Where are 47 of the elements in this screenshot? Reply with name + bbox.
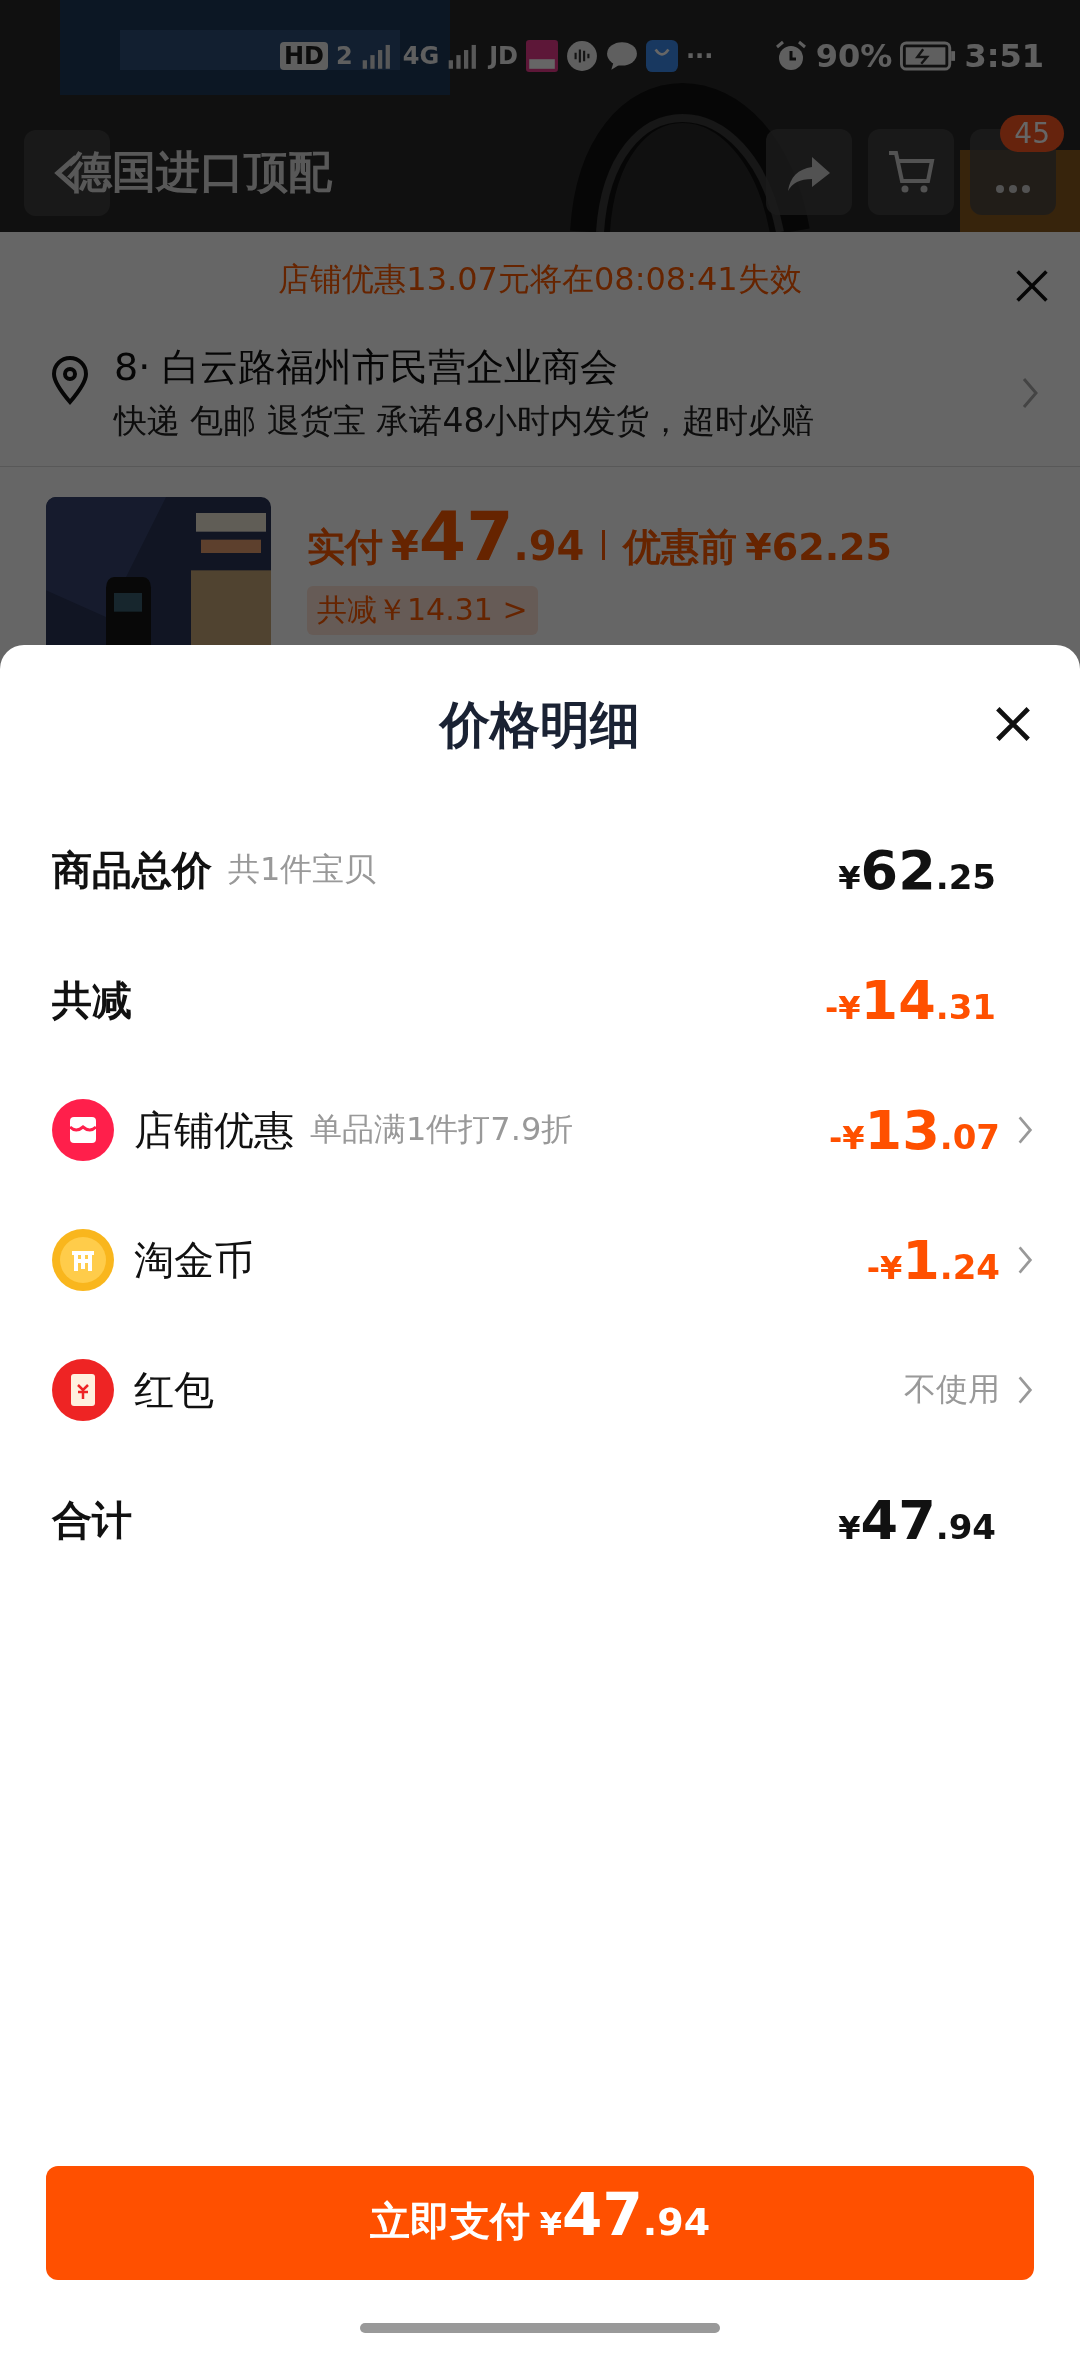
status-text: JD bbox=[489, 42, 518, 70]
status-text: 4G bbox=[402, 42, 440, 70]
savings-tag[interactable]: 共减￥14.31 > bbox=[307, 586, 538, 635]
amount: -¥14.31 bbox=[825, 968, 996, 1032]
sheet-title: 价格明细 bbox=[440, 694, 640, 756]
amount: -¥13.07 bbox=[829, 1098, 1000, 1162]
paid-price: ¥47.94 bbox=[391, 497, 585, 576]
coin-icon bbox=[52, 1229, 114, 1291]
envelope-icon bbox=[52, 1359, 114, 1421]
paid-label: 实付 bbox=[307, 524, 383, 571]
more-icon bbox=[996, 185, 1030, 193]
share-button[interactable] bbox=[766, 129, 852, 215]
shipping-services: 快递 包邮 退货宝 承诺48小时内发货，超时必赔 bbox=[114, 400, 816, 442]
pay-button[interactable]: 立即支付 ¥47.94 bbox=[46, 2166, 1034, 2280]
amount: -¥1.24 bbox=[866, 1228, 1000, 1292]
original-price: ¥62.25 bbox=[745, 525, 892, 569]
cart-button[interactable] bbox=[868, 129, 954, 215]
row-label: 店铺优惠 bbox=[134, 1105, 294, 1155]
discount-countdown: 店铺优惠13.07元将在08:08:41失效 bbox=[278, 259, 802, 300]
more-notifications: ··· bbox=[686, 42, 714, 70]
battery-percent: 90% bbox=[815, 37, 893, 75]
status-text: HD bbox=[280, 42, 328, 70]
row-label: 商品总价 bbox=[52, 845, 212, 895]
location-icon bbox=[50, 356, 90, 406]
row-note: 单品满1件打7.9折 bbox=[310, 1109, 574, 1150]
close-icon[interactable] bbox=[1014, 268, 1050, 304]
row-label: 合计 bbox=[52, 1495, 132, 1545]
sound-icon bbox=[566, 40, 598, 72]
amount: ¥47.94 bbox=[838, 1488, 996, 1552]
row-label: 淘金币 bbox=[134, 1235, 254, 1285]
row-note: 共1件宝贝 bbox=[228, 849, 377, 890]
app-icon bbox=[646, 40, 678, 72]
shop-icon bbox=[52, 1099, 114, 1161]
row-label: 共减 bbox=[52, 975, 132, 1025]
amount-status: 不使用 bbox=[904, 1369, 1000, 1410]
close-button[interactable] bbox=[994, 705, 1032, 743]
app-icon bbox=[526, 40, 558, 72]
amount: ¥62.25 bbox=[838, 838, 996, 902]
product-title: 德国进口顶配 bbox=[68, 144, 332, 199]
original-price-label: 优惠前 bbox=[623, 524, 738, 571]
alarm-icon bbox=[773, 39, 808, 73]
chat-icon bbox=[606, 40, 638, 72]
row-label: 红包 bbox=[134, 1365, 214, 1415]
delivery-address: 8· 白云路福州市民营企业商会 bbox=[114, 344, 620, 391]
battery-icon bbox=[900, 41, 957, 71]
clock: 3:51 bbox=[964, 37, 1044, 75]
status-text: 2 bbox=[336, 42, 353, 70]
